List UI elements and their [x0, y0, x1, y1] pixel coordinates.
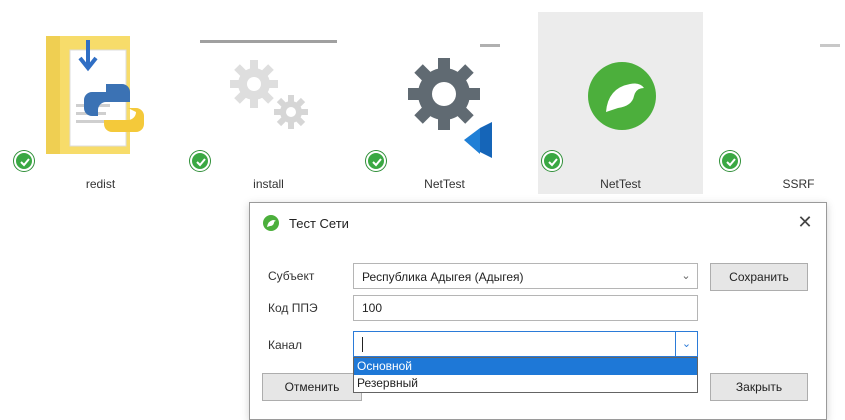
- network-test-dialog: Тест Сети ✕ Субъект Республика Адыгея (А…: [249, 202, 827, 420]
- channel-label: Канал: [268, 338, 302, 352]
- dialog-titlebar[interactable]: Тест Сети ✕: [250, 203, 826, 243]
- chevron-down-icon[interactable]: ⌄: [675, 332, 697, 356]
- text-caret: [362, 337, 363, 352]
- channel-dropdown-list: Основной Резервный: [353, 357, 698, 393]
- code-input[interactable]: [353, 295, 698, 321]
- desktop-icon-nettest-selected[interactable]: NetTest: [538, 12, 703, 194]
- dropdown-option-reserve[interactable]: Резервный: [354, 375, 697, 392]
- subject-select[interactable]: Республика Адыгея (Адыгея) ⌄: [353, 263, 698, 289]
- desktop-icon-label: SSRF: [782, 177, 815, 191]
- desktop-icon-label: NetTest: [600, 177, 641, 191]
- desktop-icon-label: NetTest: [424, 177, 465, 191]
- subject-label: Субъект: [268, 269, 315, 283]
- gear-vscode-icon: [408, 44, 500, 158]
- dropdown-option-main[interactable]: Основной: [354, 358, 697, 375]
- green-app-icon: [263, 215, 279, 231]
- desktop-icon-redist[interactable]: redist: [14, 12, 183, 194]
- green-app-icon: [588, 62, 656, 130]
- check-icon: [542, 151, 562, 171]
- desktop-icon-nettest-vscode[interactable]: NetTest: [362, 12, 527, 194]
- desktop-icon-ssrf[interactable]: SSRF: [712, 12, 845, 194]
- check-icon: [14, 151, 34, 171]
- save-button[interactable]: Сохранить: [710, 263, 808, 291]
- subject-value: Республика Адыгея (Адыгея): [362, 270, 524, 284]
- channel-select[interactable]: ⌄: [353, 331, 698, 357]
- check-icon: [366, 151, 386, 171]
- dialog-title: Тест Сети: [289, 216, 349, 231]
- close-button[interactable]: Закрыть: [710, 373, 808, 401]
- close-icon[interactable]: ✕: [794, 211, 816, 233]
- chevron-down-icon: ⌄: [681, 270, 691, 282]
- desktop-icon-install[interactable]: install: [186, 12, 351, 194]
- cancel-button[interactable]: Отменить: [262, 373, 362, 401]
- check-icon: [720, 151, 740, 171]
- code-label: Код ППЭ: [268, 301, 318, 315]
- check-icon: [190, 151, 210, 171]
- blank-file-icon: [820, 44, 840, 47]
- gears-icon: [200, 40, 337, 129]
- desktop-icon-label: install: [253, 177, 284, 191]
- desktop-icon-label: redist: [85, 177, 116, 191]
- python-folder-icon: [46, 36, 144, 154]
